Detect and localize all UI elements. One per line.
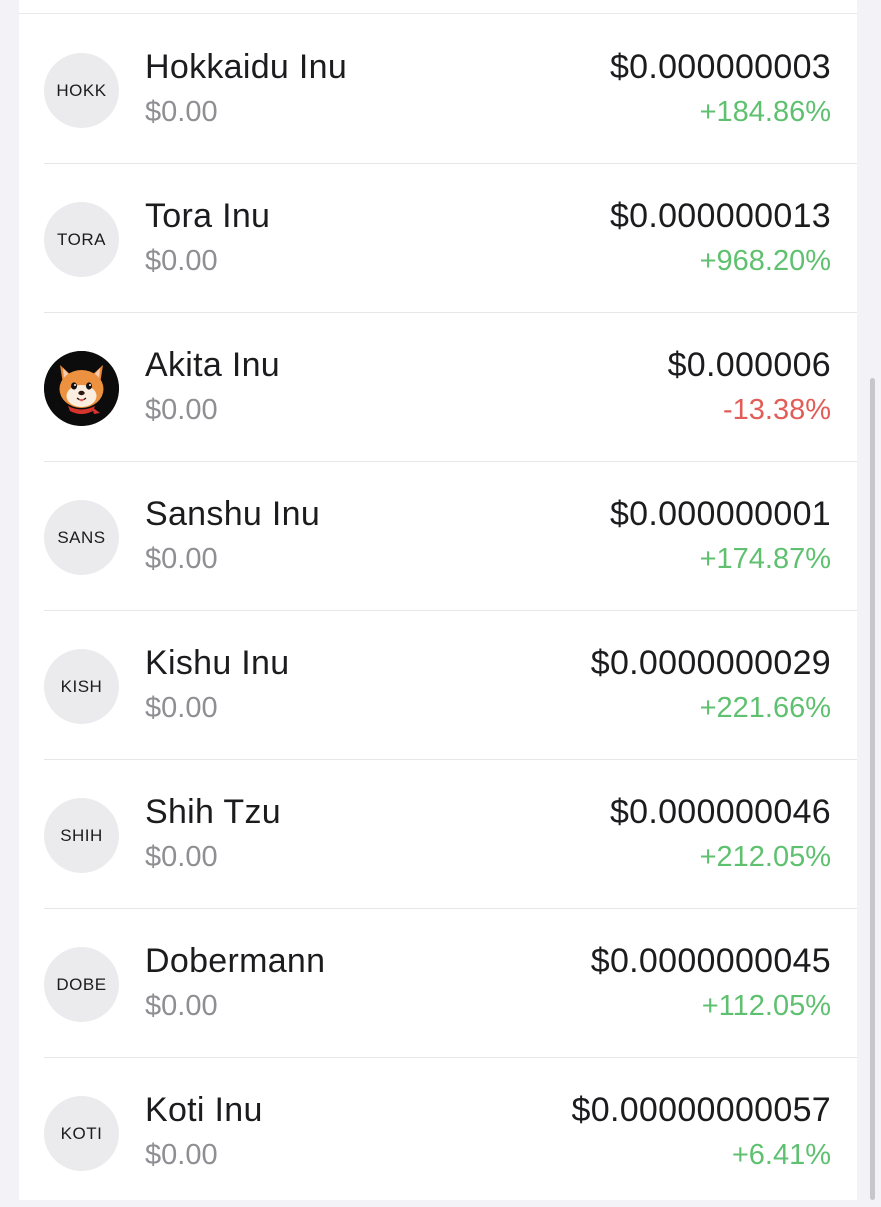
token-row-koti-inu[interactable]: KOTI Koti Inu $0.00 $0.00000000057 +6.41…	[19, 1058, 857, 1207]
shiba-dog-face-icon-graphic	[44, 351, 119, 426]
token-row-tora-inu[interactable]: TORA Tora Inu $0.00 $0.000000013 +968.20…	[19, 164, 857, 313]
token-name: Kishu Inu	[145, 644, 290, 682]
token-price: $0.000000001	[609, 495, 831, 533]
token-change: +221.66%	[699, 692, 831, 724]
token-price: $0.00000000057	[571, 1091, 831, 1129]
token-row-akita-inu[interactable]: Akita Inu $0.00 $0.000006 -13.38%	[19, 313, 857, 462]
token-change: +174.87%	[699, 543, 831, 575]
token-price: $0.0000000029	[590, 644, 831, 682]
token-change: -13.38%	[722, 394, 831, 426]
token-row-hokkaidu-inu[interactable]: HOKK Hokkaidu Inu $0.00 $0.000000003 +18…	[19, 15, 857, 164]
token-price: $0.0000000045	[590, 942, 831, 980]
token-avatar: KISH	[44, 649, 119, 724]
token-balance: $0.00	[145, 543, 218, 575]
token-list: HOKK Hokkaidu Inu $0.00 $0.000000003 +18…	[19, 0, 857, 1200]
scrollbar[interactable]	[870, 378, 875, 1200]
token-balance: $0.00	[145, 96, 218, 128]
token-change: +968.20%	[699, 245, 831, 277]
top-divider	[19, 13, 857, 14]
token-name: Sanshu Inu	[145, 495, 321, 533]
token-row-sanshu-inu[interactable]: SANS Sanshu Inu $0.00 $0.000000001 +174.…	[19, 462, 857, 611]
token-avatar: HOKK	[44, 53, 119, 128]
token-avatar: TORA	[44, 202, 119, 277]
token-price: $0.000000003	[609, 48, 831, 86]
token-balance: $0.00	[145, 394, 218, 426]
token-name: Tora Inu	[145, 197, 271, 235]
token-row-dobermann[interactable]: DOBE Dobermann $0.00 $0.0000000045 +112.…	[19, 909, 857, 1058]
token-balance: $0.00	[145, 990, 218, 1022]
token-name: Dobermann	[145, 942, 326, 980]
token-avatar: DOBE	[44, 947, 119, 1022]
token-name: Koti Inu	[145, 1091, 263, 1129]
token-change: +184.86%	[699, 96, 831, 128]
token-price: $0.000000013	[609, 197, 831, 235]
token-avatar: SHIH	[44, 798, 119, 873]
token-avatar: KOTI	[44, 1096, 119, 1171]
token-row-shih-tzu[interactable]: SHIH Shih Tzu $0.00 $0.000000046 +212.05…	[19, 760, 857, 909]
token-name: Akita Inu	[145, 346, 280, 384]
token-balance: $0.00	[145, 692, 218, 724]
token-change: +212.05%	[699, 841, 831, 873]
token-row-kishu-inu[interactable]: KISH Kishu Inu $0.00 $0.0000000029 +221.…	[19, 611, 857, 760]
token-name: Hokkaidu Inu	[145, 48, 348, 86]
shiba-dog-face-icon	[44, 351, 119, 426]
token-change: +6.41%	[731, 1139, 831, 1171]
token-balance: $0.00	[145, 841, 218, 873]
token-price: $0.000000046	[609, 793, 831, 831]
token-name: Shih Tzu	[145, 793, 281, 831]
token-balance: $0.00	[145, 245, 218, 277]
token-balance: $0.00	[145, 1139, 218, 1171]
token-change: +112.05%	[701, 990, 831, 1022]
token-price: $0.000006	[667, 346, 831, 384]
token-avatar: SANS	[44, 500, 119, 575]
